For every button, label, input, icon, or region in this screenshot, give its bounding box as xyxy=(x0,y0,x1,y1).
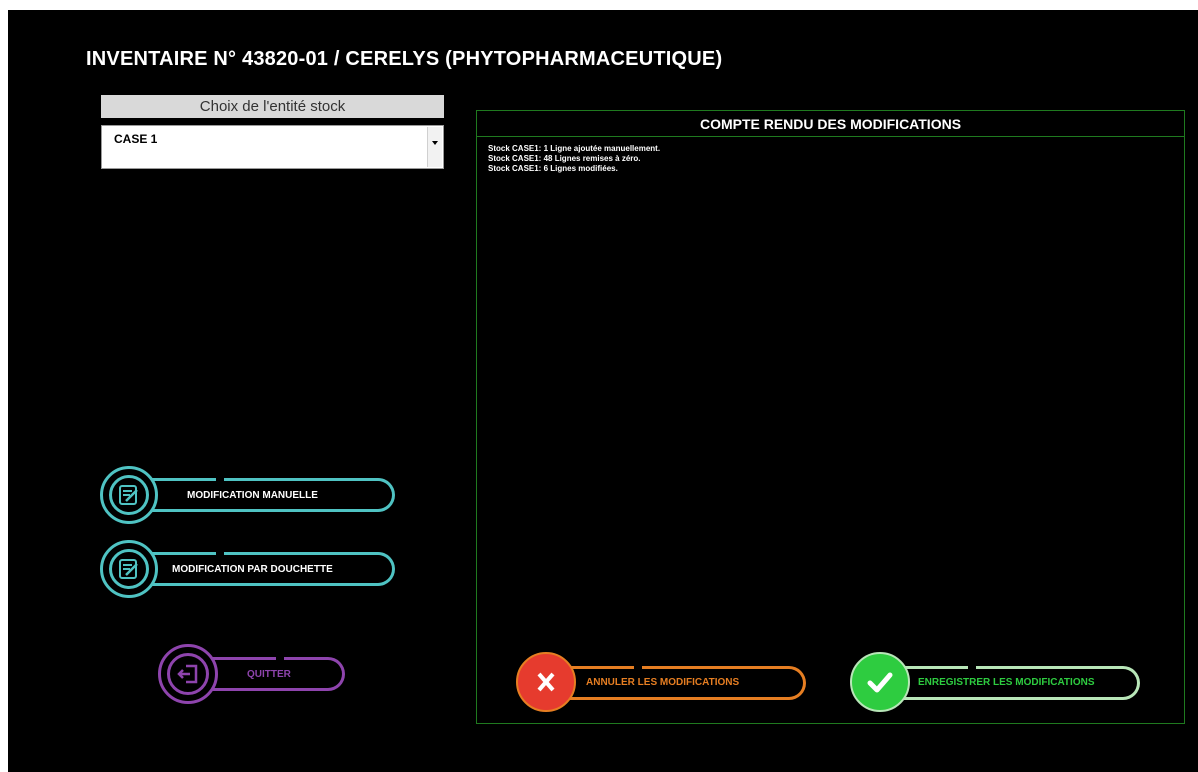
logout-icon xyxy=(176,663,200,685)
edit-note-icon xyxy=(118,484,140,506)
quit-label: QUITTER xyxy=(247,669,291,680)
cancel-label: ANNULER LES MODIFICATIONS xyxy=(586,677,740,688)
scanner-modification-label: MODIFICATION PAR DOUCHETTE xyxy=(172,564,333,575)
close-x-icon xyxy=(533,669,559,695)
entity-select-value: CASE 1 xyxy=(114,132,158,146)
report-line: Stock CASE1: 48 Lignes remises à zéro. xyxy=(488,154,641,163)
entity-select[interactable]: CASE 1 xyxy=(101,125,444,169)
report-line: Stock CASE1: 1 Ligne ajoutée manuellemen… xyxy=(488,144,661,153)
save-modifications-button[interactable]: ENREGISTRER LES MODIFICATIONS xyxy=(850,652,1146,714)
checkmark-icon xyxy=(865,668,895,696)
page-title: INVENTAIRE N° 43820-01 / CERELYS (PHYTOP… xyxy=(86,48,723,70)
edit-note-icon xyxy=(118,558,140,580)
entity-choice-label: Choix de l'entité stock xyxy=(101,95,444,118)
quit-button[interactable]: QUITTER xyxy=(158,644,350,704)
dropdown-arrow-icon[interactable] xyxy=(427,127,442,167)
report-title: COMPTE RENDU DES MODIFICATIONS xyxy=(477,111,1184,137)
scanner-modification-button[interactable]: MODIFICATION PAR DOUCHETTE xyxy=(100,540,400,598)
manual-modification-button[interactable]: MODIFICATION MANUELLE xyxy=(100,466,400,524)
save-label: ENREGISTRER LES MODIFICATIONS xyxy=(918,677,1095,688)
report-line: Stock CASE1: 6 Lignes modifiées. xyxy=(488,164,618,173)
report-lines: Stock CASE1: 1 Ligne ajoutée manuellemen… xyxy=(488,144,660,174)
manual-modification-label: MODIFICATION MANUELLE xyxy=(187,490,318,501)
cancel-modifications-button[interactable]: ANNULER LES MODIFICATIONS xyxy=(516,652,812,714)
report-panel: COMPTE RENDU DES MODIFICATIONS Stock CAS… xyxy=(476,110,1185,724)
